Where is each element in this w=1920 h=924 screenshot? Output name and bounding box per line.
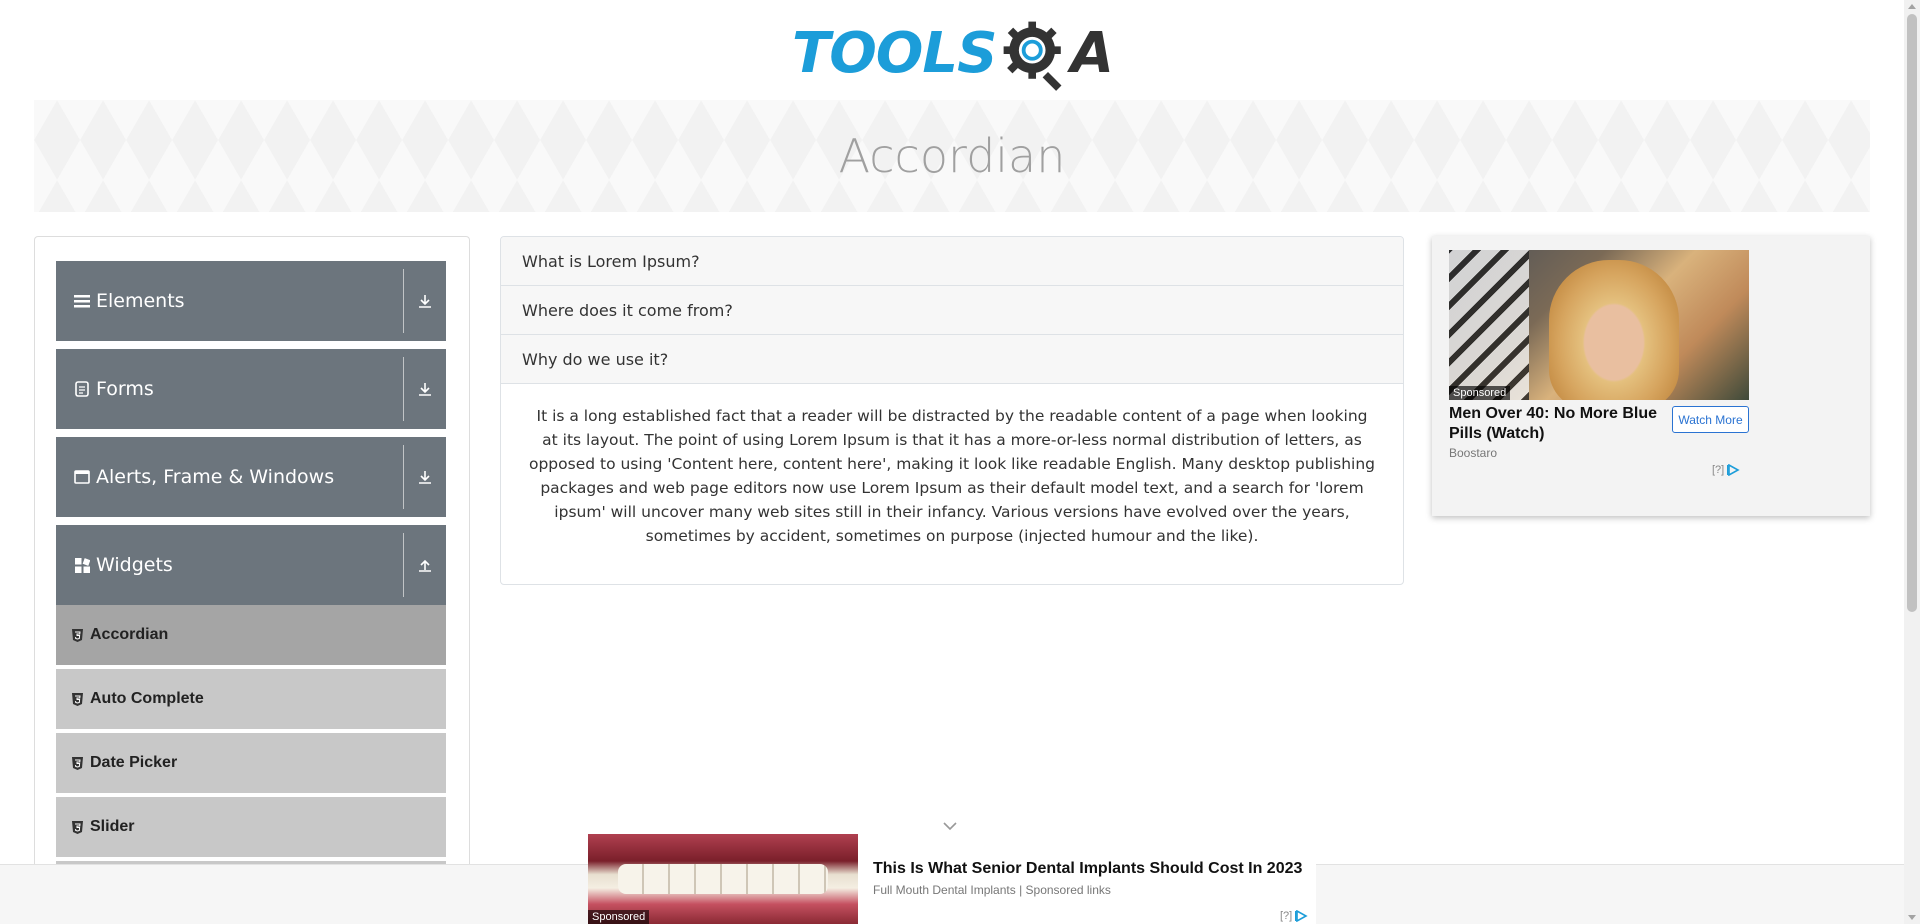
ad-image-subject	[618, 864, 828, 894]
gear-magnifier-icon	[1004, 21, 1062, 91]
ad-title[interactable]: Men Over 40: No More Blue Pills (Watch)	[1449, 404, 1669, 444]
accordion-header-1[interactable]: What is Lorem Ipsum?	[501, 237, 1403, 286]
scrollbar-thumb[interactable]	[1907, 14, 1917, 612]
sidebar-group-label: Widgets	[96, 554, 173, 576]
sidebar-group-forms[interactable]: Forms	[56, 349, 446, 429]
upload-arrow-icon[interactable]	[412, 525, 438, 605]
page-scrollbar[interactable]	[1904, 0, 1920, 924]
sidebar-item-label: Slider	[90, 818, 135, 835]
ad-image-subject	[1549, 260, 1679, 400]
window-icon	[72, 470, 92, 484]
sponsored-tag: Sponsored	[1449, 386, 1511, 400]
divider	[403, 533, 404, 597]
scroll-down-arrow-icon[interactable]	[1908, 915, 1916, 920]
html5-icon	[70, 628, 84, 642]
left-sidebar: Elements Forms Alerts, Frame & Windows W…	[34, 236, 470, 924]
bottom-ad-source[interactable]: Full Mouth Dental Implants | Sponsored l…	[873, 883, 1111, 897]
grid-icon	[72, 557, 92, 573]
sidebar-group-elements[interactable]: Elements	[56, 261, 446, 341]
page-title: Accordian	[838, 129, 1066, 183]
adchoices-icon	[1727, 464, 1740, 476]
sidebar-item-label: Date Picker	[90, 754, 178, 771]
ad-info-label: [?]	[1712, 464, 1725, 476]
accordion-body: It is a long established fact that a rea…	[528, 407, 1376, 545]
html5-icon	[70, 820, 84, 834]
accordion-header-3[interactable]: Why do we use it?	[501, 335, 1403, 384]
bottom-ad-info[interactable]: [?]	[1280, 910, 1309, 922]
logo-text: TOOLS	[792, 21, 997, 86]
divider	[403, 445, 404, 509]
sidebar-item-auto-complete[interactable]: Auto Complete	[56, 669, 446, 731]
hamburger-icon	[72, 294, 92, 308]
bottom-ad[interactable]: Sponsored This Is What Senior Dental Imp…	[588, 834, 1316, 924]
sidebar-group-widgets[interactable]: Widgets	[56, 525, 446, 605]
toolsqa-logo[interactable]: TOOLS A	[792, 16, 1114, 92]
download-arrow-icon[interactable]	[412, 349, 438, 429]
adchoices-icon	[1295, 910, 1308, 922]
sidebar-group-label: Alerts, Frame & Windows	[96, 466, 335, 488]
watch-more-button[interactable]: Watch More	[1672, 406, 1749, 433]
ad-source[interactable]: Boostaro	[1449, 446, 1497, 460]
chevron-down-icon[interactable]	[940, 820, 960, 832]
accordion-header-2[interactable]: Where does it come from?	[501, 286, 1403, 335]
divider	[403, 357, 404, 421]
sidebar-item-accordian[interactable]: Accordian	[56, 605, 446, 667]
sidebar-item-label: Accordian	[90, 626, 169, 643]
sidebar-item-date-picker[interactable]: Date Picker	[56, 733, 446, 795]
divider	[403, 269, 404, 333]
sidebar-group-label: Forms	[96, 378, 154, 400]
ad-image-background	[1449, 250, 1529, 400]
sidebar-item-slider[interactable]: Slider	[56, 797, 446, 859]
html5-icon	[70, 692, 84, 706]
ad-image[interactable]: Sponsored	[1449, 250, 1749, 400]
bottom-ad-image[interactable]: Sponsored	[588, 834, 858, 924]
sidebar-item-label: Auto Complete	[90, 690, 204, 707]
document-icon	[72, 381, 92, 397]
ad-info-label: [?]	[1280, 910, 1293, 922]
sidebar-group-label: Elements	[96, 290, 185, 312]
sponsored-tag: Sponsored	[588, 910, 650, 924]
page-banner: Accordian	[34, 100, 1870, 212]
accordion: What is Lorem Ipsum? Where does it come …	[500, 236, 1404, 585]
bottom-ad-title[interactable]: This Is What Senior Dental Implants Shou…	[873, 860, 1302, 878]
ad-info[interactable]: [?]	[1712, 464, 1741, 476]
html5-icon	[70, 756, 84, 770]
scroll-up-arrow-icon[interactable]	[1908, 4, 1916, 9]
logo-text-tail: A	[1070, 21, 1114, 86]
download-arrow-icon[interactable]	[412, 437, 438, 517]
sidebar-group-alerts[interactable]: Alerts, Frame & Windows	[56, 437, 446, 517]
download-arrow-icon[interactable]	[412, 261, 438, 341]
sidebar-ad[interactable]: Sponsored Men Over 40: No More Blue Pill…	[1432, 236, 1870, 516]
